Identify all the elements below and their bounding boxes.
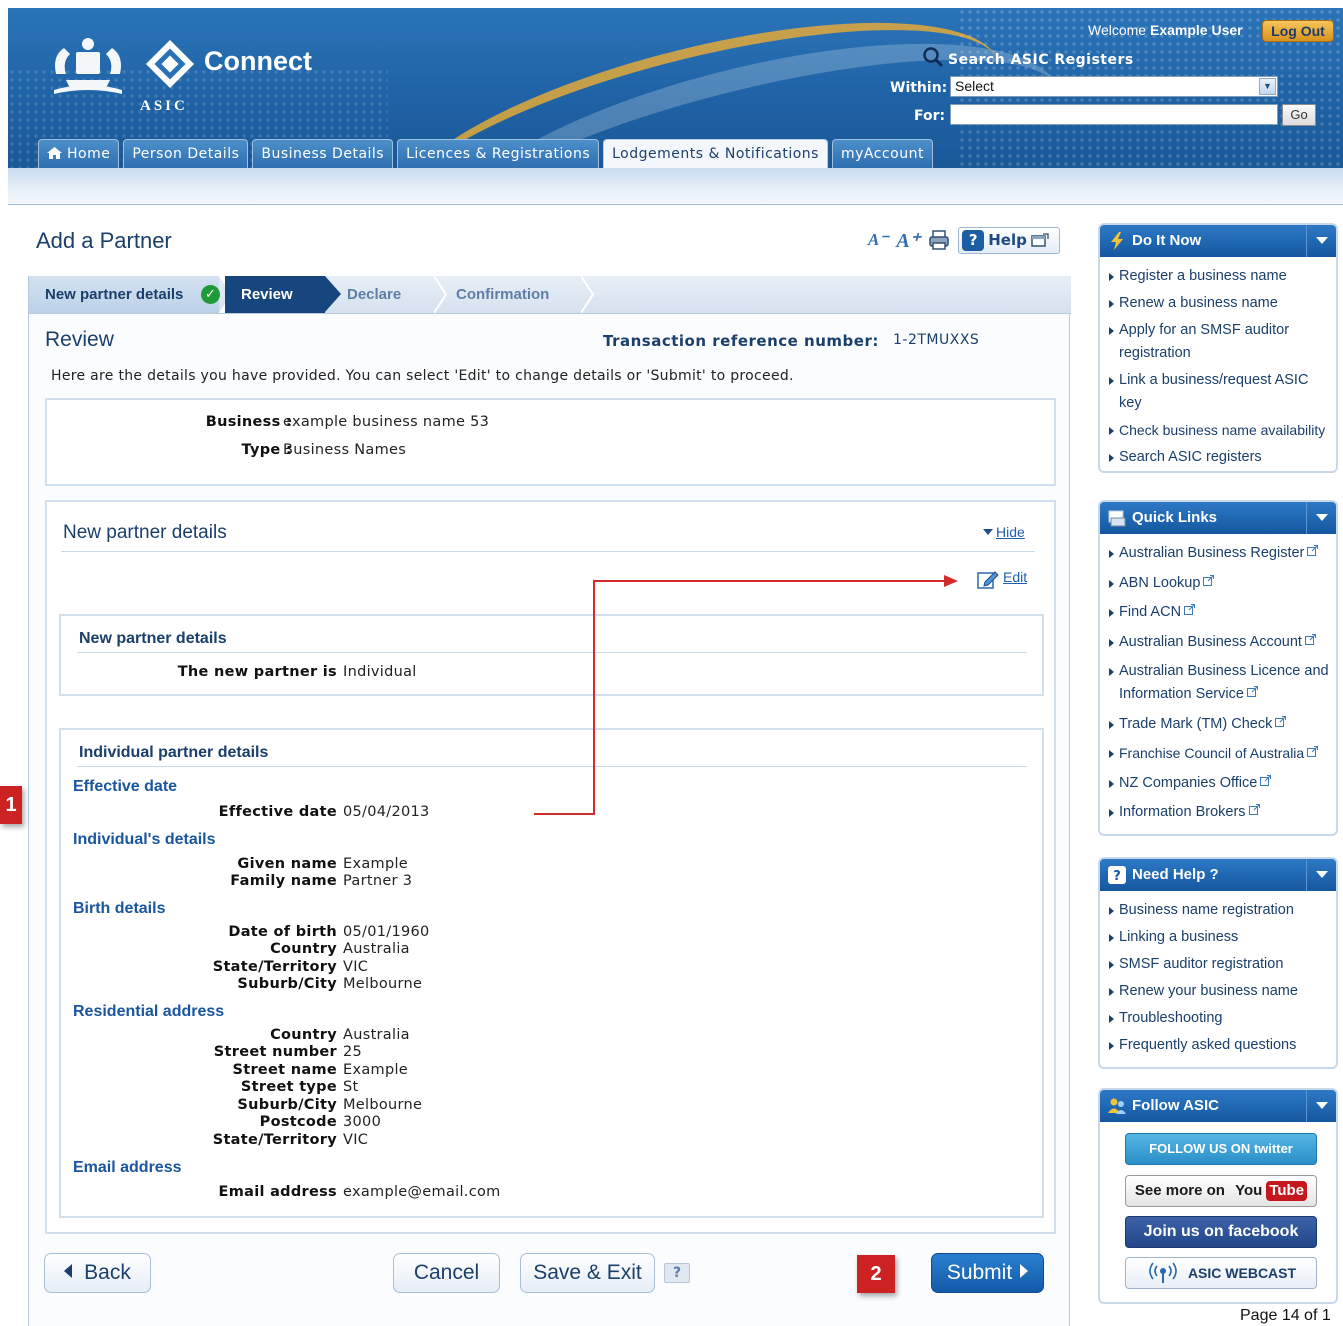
external-link-icon <box>1275 715 1287 727</box>
list-item[interactable]: Troubleshooting <box>1108 1007 1334 1030</box>
list-item[interactable]: Frequently asked questions <box>1108 1034 1334 1057</box>
links-icon <box>1108 510 1126 527</box>
chevron-down-icon[interactable] <box>1306 225 1336 257</box>
chevron-down-icon[interactable] <box>1306 502 1336 534</box>
external-link-icon <box>1260 774 1272 786</box>
list-item[interactable]: Business name registration <box>1108 899 1334 922</box>
panel-title: Need Help ? <box>1132 866 1219 883</box>
submit-button[interactable]: Submit <box>931 1253 1044 1293</box>
external-link-icon <box>1248 804 1260 815</box>
list-item[interactable]: Apply for an SMSF auditor registration <box>1108 319 1334 365</box>
youtube-you: You <box>1235 1182 1263 1199</box>
list-item[interactable]: Renew a business name <box>1108 292 1334 315</box>
panel-title: Follow ASIC <box>1132 1097 1219 1114</box>
external-link-icon <box>1246 686 1258 697</box>
panel-header: Quick Links <box>1100 502 1336 534</box>
list-item[interactable]: Australian Business Account <box>1108 631 1334 654</box>
do-it-now-panel: Do It Now Register a business name Renew… <box>1098 223 1338 473</box>
help-icon: ? <box>1108 866 1126 884</box>
panel-header: Follow ASIC <box>1100 1090 1336 1122</box>
back-button[interactable]: Back <box>44 1253 151 1293</box>
list-item[interactable]: Search ASIC registers <box>1108 446 1334 469</box>
list-item[interactable]: Franchise Council of Australia <box>1108 742 1334 765</box>
chevron-down-icon[interactable] <box>1306 1090 1336 1122</box>
lightning-icon <box>1111 232 1123 250</box>
external-link-icon <box>1184 604 1196 615</box>
external-link-icon <box>1307 545 1319 556</box>
list-item-label: Information Brokers <box>1119 804 1246 820</box>
list-item-label: Australian Business Licence and Informat… <box>1119 663 1329 702</box>
webcast-label: ASIC WEBCAST <box>1187 1265 1297 1281</box>
need-help-panel: ? Need Help ? Business name registration… <box>1098 857 1338 1069</box>
need-help-list: Business name registration Linking a bus… <box>1108 899 1334 1057</box>
list-item-label: ABN Lookup <box>1119 574 1201 591</box>
list-item-label: NZ Companies Office <box>1119 774 1258 791</box>
twitter-button[interactable]: FOLLOW US ON twitter <box>1125 1133 1317 1165</box>
list-item-label: Australian Business Register <box>1119 545 1305 561</box>
webcast-button[interactable]: ASIC WEBCAST <box>1125 1257 1317 1289</box>
list-item-label: Franchise Council of Australia <box>1119 745 1305 761</box>
chevron-down-icon[interactable] <box>1306 859 1336 891</box>
external-link-icon <box>1304 633 1316 645</box>
save-help-icon[interactable]: ? <box>664 1263 690 1283</box>
annotation-marker-2: 2 <box>857 1255 895 1293</box>
list-item[interactable]: Australian Business Licence and Informat… <box>1108 660 1334 706</box>
quick-links-list: Australian Business Register ABN Lookup … <box>1108 542 1334 824</box>
list-item-label: Trade Mark (TM) Check <box>1119 715 1273 732</box>
list-item[interactable]: Check business name availability <box>1108 419 1334 442</box>
list-item[interactable]: Information Brokers <box>1108 801 1334 824</box>
youtube-button[interactable]: See more on You Tube <box>1125 1175 1317 1207</box>
submit-label: Submit <box>946 1261 1013 1284</box>
external-link-icon <box>1203 574 1215 586</box>
list-item-label: Australian Business Account <box>1119 633 1302 650</box>
youtube-tube: Tube <box>1266 1181 1308 1201</box>
external-link-icon <box>1307 746 1319 757</box>
follow-asic-panel: Follow ASIC FOLLOW US ON twitter See mor… <box>1098 1088 1338 1304</box>
list-item[interactable]: Australian Business Register <box>1108 542 1334 565</box>
facebook-button[interactable]: Join us on facebook <box>1125 1216 1317 1248</box>
list-item[interactable]: Find ACN <box>1108 601 1334 624</box>
panel-title: Do It Now <box>1132 232 1202 249</box>
broadcast-icon <box>1149 1262 1177 1283</box>
svg-text:?: ? <box>1113 869 1121 884</box>
do-it-now-list: Register a business name Renew a busines… <box>1108 265 1334 469</box>
annotation-marker-1: 1 <box>0 786 22 824</box>
list-item[interactable]: NZ Companies Office <box>1108 772 1334 795</box>
panel-header: ? Need Help ? <box>1100 859 1336 891</box>
list-item[interactable]: Linking a business <box>1108 926 1334 949</box>
list-item[interactable]: Trade Mark (TM) Check <box>1108 713 1334 736</box>
save-exit-button[interactable]: Save & Exit <box>520 1253 655 1293</box>
list-item[interactable]: ABN Lookup <box>1108 572 1334 595</box>
page-number: Page 14 of 1 <box>1240 1307 1331 1324</box>
list-item[interactable]: Renew your business name <box>1108 980 1334 1003</box>
quick-links-panel: Quick Links Australian Business Register… <box>1098 500 1338 836</box>
list-item[interactable]: Link a business/request ASIC key <box>1108 369 1334 415</box>
list-item[interactable]: SMSF auditor registration <box>1108 953 1334 976</box>
panel-title: Quick Links <box>1132 509 1218 526</box>
cancel-button[interactable]: Cancel <box>393 1253 500 1293</box>
back-label: Back <box>84 1261 131 1284</box>
people-icon <box>1108 1098 1126 1114</box>
panel-header: Do It Now <box>1100 225 1336 257</box>
youtube-prefix: See more on <box>1134 1182 1225 1199</box>
list-item[interactable]: Register a business name <box>1108 265 1334 288</box>
list-item-label: Find ACN <box>1119 604 1182 620</box>
